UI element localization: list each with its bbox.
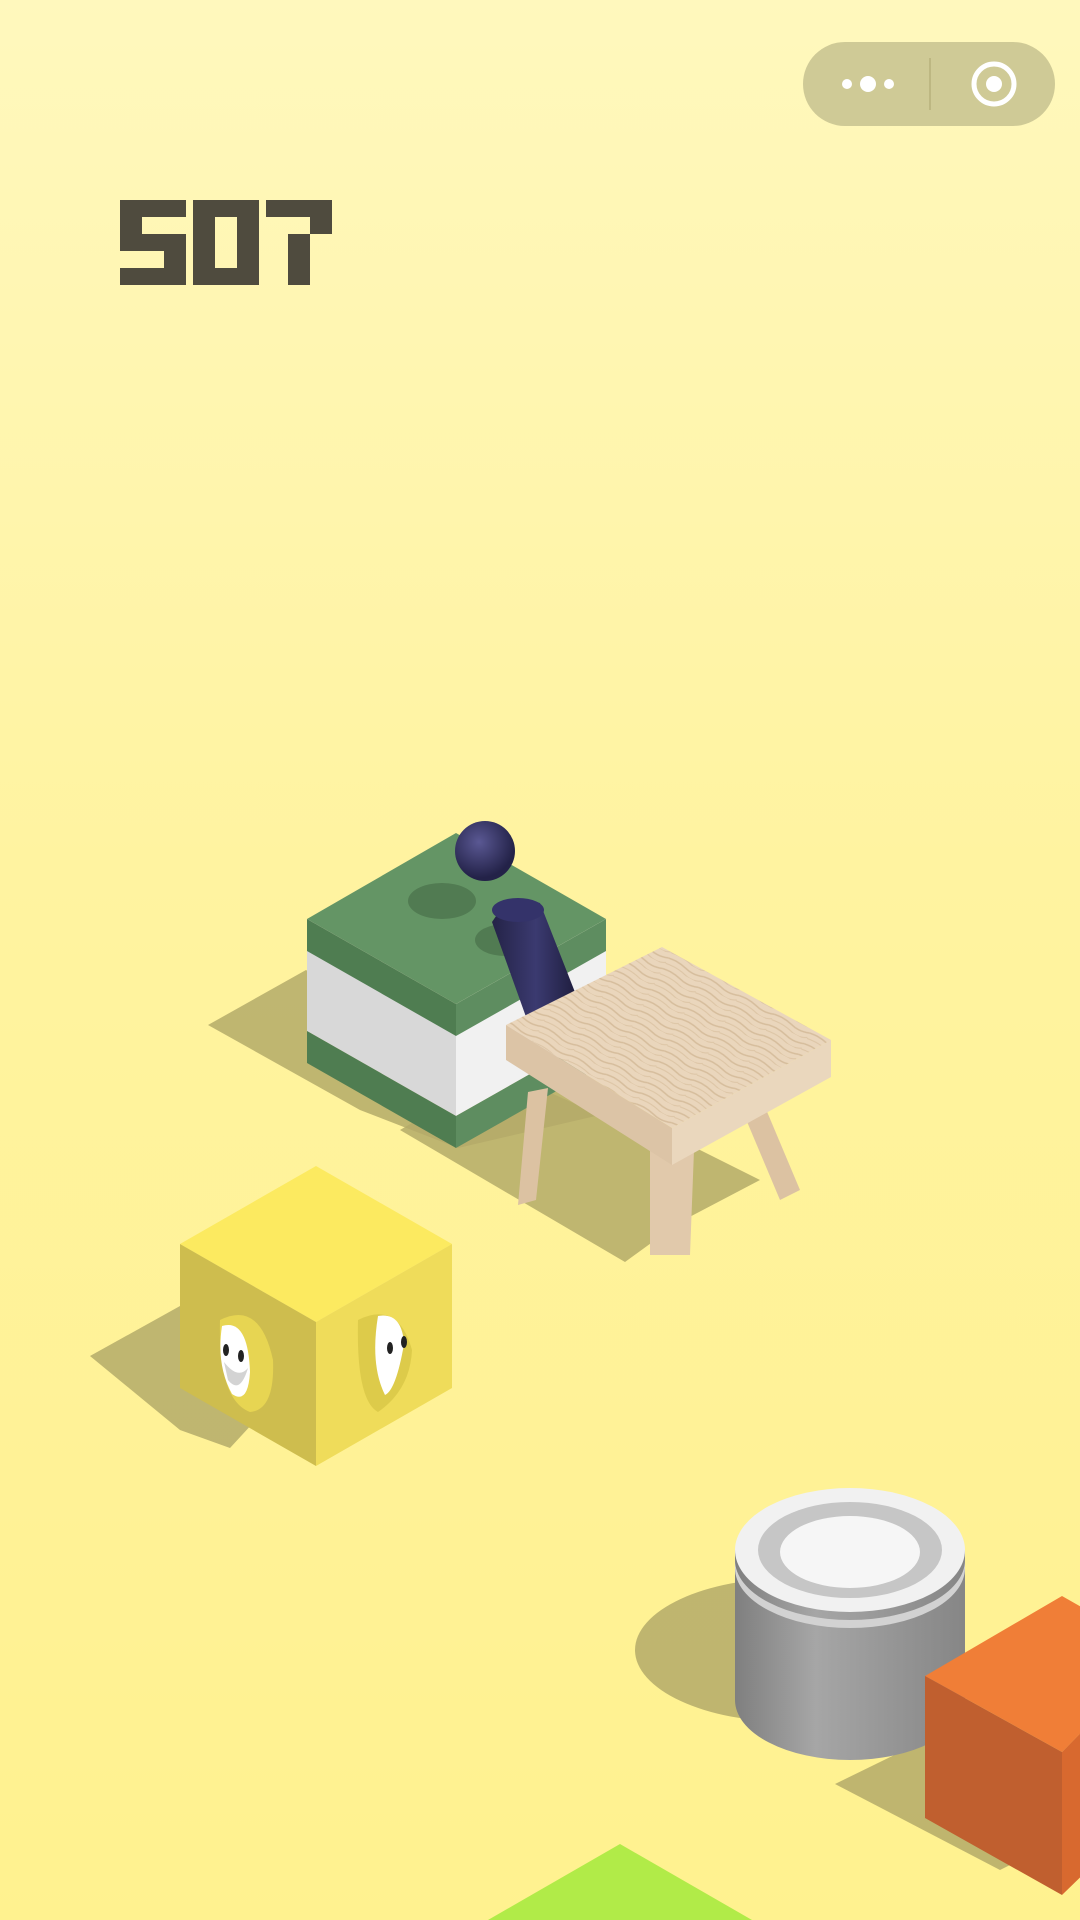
game-scene [90, 821, 1080, 1920]
lime-block [488, 1844, 752, 1920]
player-head [455, 821, 515, 881]
game-screen[interactable]: 507 [0, 0, 1080, 1920]
